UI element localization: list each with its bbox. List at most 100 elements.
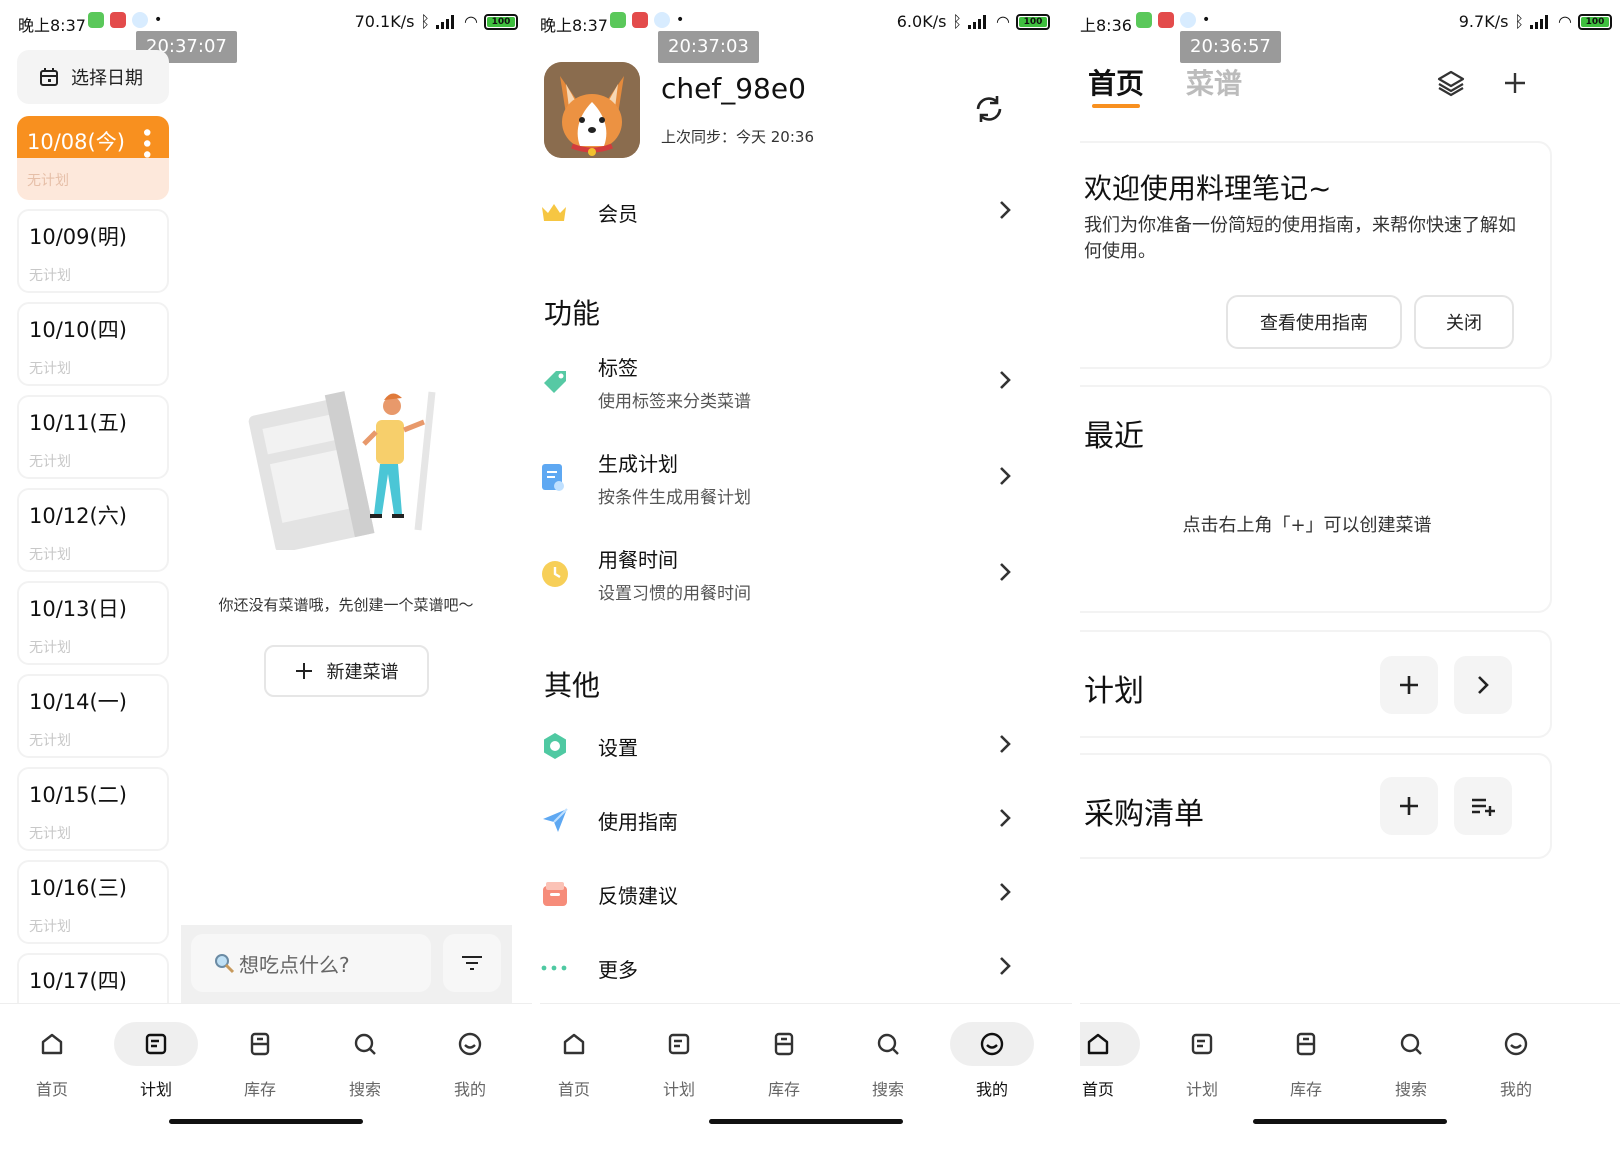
day-card[interactable]: 10/14(一) 无计划 — [17, 674, 169, 758]
add-recipe-button[interactable] — [1498, 66, 1532, 100]
member-row[interactable]: 会员 — [540, 192, 1020, 232]
recipe-search-input[interactable]: 想吃点什么? — [191, 934, 431, 992]
day-card[interactable]: 10/12(六) 无计划 — [17, 488, 169, 572]
recent-empty-tip: 点击右上角「+」可以创建菜谱 — [1182, 515, 1432, 536]
close-welcome-button[interactable]: 关闭 — [1414, 295, 1514, 349]
home-icon — [563, 1033, 585, 1055]
sync-icon[interactable] — [972, 92, 1006, 126]
other-row-more[interactable]: 更多 — [540, 948, 1020, 988]
day-note: 无计划 — [29, 547, 71, 563]
chevron-right-icon — [1000, 957, 1011, 975]
day-card[interactable]: 10/10(四) 无计划 — [17, 302, 169, 386]
view-guide-button[interactable]: 查看使用指南 — [1226, 295, 1402, 349]
day-card[interactable]: 10/15(二) 无计划 — [17, 767, 169, 851]
feature-row-tags[interactable]: 标签 使用标签来分类菜谱 — [540, 354, 1020, 412]
other-row-settings[interactable]: 设置 — [540, 726, 1020, 766]
filter-icon — [462, 956, 482, 970]
chevron-right-icon — [1000, 201, 1011, 219]
status-right: 6.0K/s ᛒ ◠ 100 — [897, 12, 1050, 31]
day-note: 无计划 — [29, 640, 71, 656]
nav-item-inventory[interactable]: 库存 — [742, 1022, 826, 1106]
plan-document-icon — [542, 464, 564, 491]
day-card[interactable]: 10/13(日) 无计划 — [17, 581, 169, 665]
tab-home[interactable]: 首页 — [1088, 62, 1144, 108]
empty-recipe-illustration — [248, 391, 436, 550]
day-card[interactable]: 10/16(三) 无计划 — [17, 860, 169, 944]
nav-item-home[interactable]: 首页 — [1080, 1022, 1140, 1106]
nav-item-search[interactable]: 搜索 — [846, 1022, 930, 1106]
day-card-today[interactable]: 10/08(今) ••• 无计划 — [17, 116, 169, 200]
day-card[interactable]: 10/11(五) 无计划 — [17, 395, 169, 479]
day-date: 10/08(今) — [27, 130, 125, 154]
nav-item-plan[interactable]: 计划 — [114, 1022, 198, 1106]
plan-icon — [668, 1033, 690, 1055]
filter-button[interactable] — [443, 934, 501, 992]
nav-item-search[interactable]: 搜索 — [1369, 1022, 1453, 1106]
other-row-feedback[interactable]: 反馈建议 — [540, 874, 1020, 914]
nav-item-plan[interactable]: 计划 — [637, 1022, 721, 1106]
add-to-list-button[interactable] — [1454, 777, 1512, 835]
capture-timestamp: 20:37:03 — [658, 31, 759, 63]
last-sync-text: 上次同步：今天 20:36 — [661, 128, 814, 146]
home-tabs: 首页 菜谱 — [1088, 62, 1242, 108]
profile-icon — [1504, 1032, 1528, 1056]
settings-icon — [544, 733, 566, 759]
status-time: 晚上8:36 — [1080, 16, 1132, 35]
username: chef_98e0 — [661, 72, 806, 105]
plus-icon — [1505, 73, 1525, 93]
chevron-right-icon — [1478, 676, 1489, 694]
date-picker-button[interactable]: 选择日期 — [17, 50, 169, 104]
feature-row-meal-time[interactable]: 用餐时间 设置习惯的用餐时间 — [540, 546, 1020, 604]
day-note: 无计划 — [29, 268, 71, 284]
status-right: 70.1K/s ᛒ ◠ 100 — [355, 12, 518, 31]
open-plan-button[interactable] — [1454, 656, 1512, 714]
chevron-right-icon — [1000, 883, 1011, 901]
net-speed: 6.0K/s — [896, 12, 947, 31]
empty-recipe-text: 你还没有菜谱哦，先创建一个菜谱吧～ — [218, 596, 474, 614]
add-plan-button[interactable] — [1380, 656, 1438, 714]
date-picker-label: 选择日期 — [71, 68, 143, 89]
bottom-nav: 首页 计划 库存 搜索 我的 — [0, 1003, 532, 1170]
nav-item-inventory[interactable]: 库存 — [218, 1022, 302, 1106]
bluetooth-icon: ᛒ — [952, 12, 963, 31]
plan-card[interactable]: 计划 — [1080, 630, 1552, 738]
playlist-add-icon — [1472, 798, 1495, 816]
new-recipe-button[interactable]: 新建菜谱 — [264, 645, 429, 697]
wifi-icon: ◠ — [1558, 12, 1572, 31]
nav-item-profile[interactable]: 我的 — [1474, 1022, 1558, 1106]
nav-item-profile[interactable]: 我的 — [950, 1022, 1034, 1106]
nav-item-search[interactable]: 搜索 — [323, 1022, 407, 1106]
nav-item-profile[interactable]: 我的 — [428, 1022, 512, 1106]
feature-row-generate-plan[interactable]: 生成计划 按条件生成用餐计划 — [540, 450, 1020, 508]
signal-icon — [436, 14, 458, 29]
tab-recipes[interactable]: 菜谱 — [1186, 62, 1242, 102]
more-dots-icon — [541, 965, 567, 971]
bottom-nav: 首页 计划 库存 搜索 我的 — [540, 1003, 1072, 1170]
crown-icon — [542, 204, 566, 221]
capture-timestamp: 20:36:57 — [1180, 31, 1281, 63]
layers-button[interactable] — [1434, 66, 1468, 100]
more-vert-icon[interactable]: ••• — [133, 126, 158, 159]
day-card[interactable]: 10/09(明) 无计划 — [17, 209, 169, 293]
day-note: 无计划 — [29, 919, 71, 935]
feedback-box-icon — [543, 882, 567, 906]
nav-item-home[interactable]: 首页 — [10, 1022, 94, 1106]
nav-item-plan[interactable]: 计划 — [1160, 1022, 1244, 1106]
bottom-nav: 首页 计划 库存 搜索 我的 — [1080, 1003, 1620, 1170]
day-date: 10/09(明) — [29, 225, 127, 249]
add-shopping-button[interactable] — [1380, 777, 1438, 835]
avatar[interactable] — [544, 62, 640, 158]
wifi-icon: ◠ — [464, 12, 478, 31]
shopping-list-card[interactable]: 采购清单 — [1080, 753, 1552, 859]
day-date: 10/12(六) — [29, 504, 127, 528]
day-note: 无计划 — [29, 733, 71, 749]
chevron-right-icon — [1000, 467, 1011, 485]
bluetooth-icon: ᛒ — [1514, 12, 1525, 31]
clock-icon — [542, 561, 568, 587]
nav-item-inventory[interactable]: 库存 — [1264, 1022, 1348, 1106]
status-bar: 晚上8:36 • 9.7K/s ᛒ ◠ 100 — [1080, 0, 1620, 44]
other-row-guide[interactable]: 使用指南 — [540, 800, 1020, 840]
profile-icon — [458, 1032, 482, 1056]
nav-item-home[interactable]: 首页 — [540, 1022, 616, 1106]
home-indicator — [1253, 1119, 1447, 1124]
